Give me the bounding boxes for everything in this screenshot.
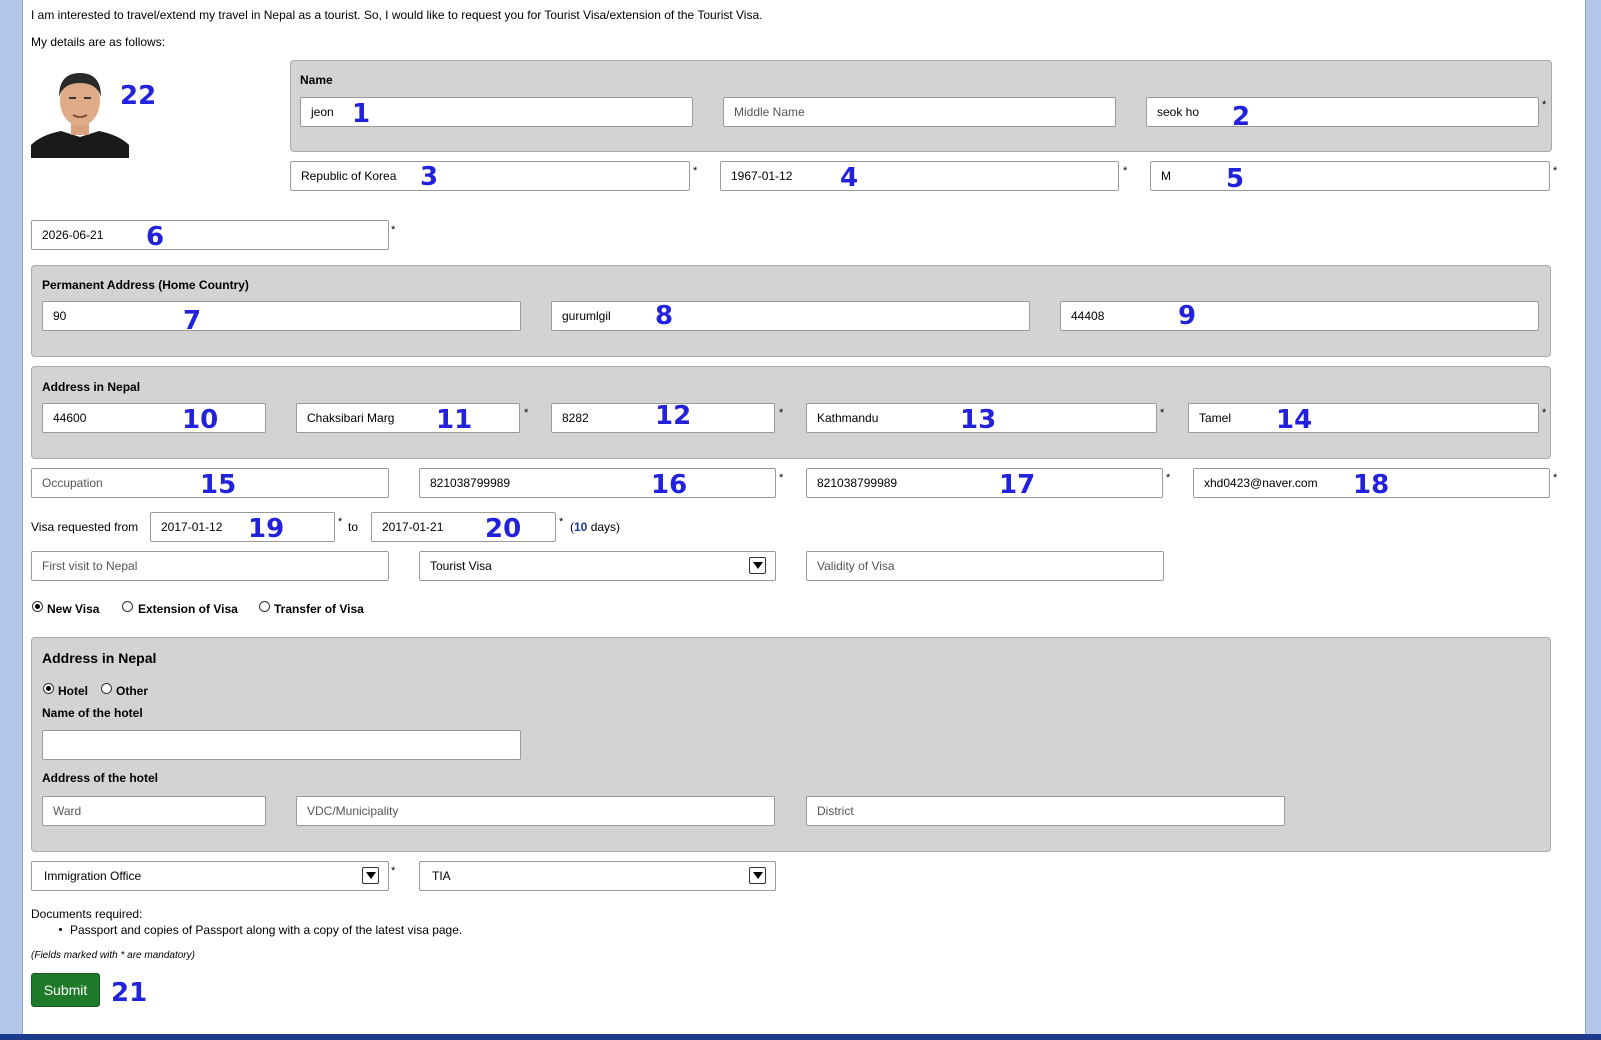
- visa-to-input[interactable]: 2017-01-21: [371, 512, 556, 542]
- hotel-address-label: Address of the hotel: [42, 771, 159, 785]
- office-type-select[interactable]: Immigration Office: [31, 861, 389, 891]
- hotel-name-label: Name of the hotel: [42, 706, 143, 720]
- other-label: Other: [116, 684, 149, 698]
- permanent-postcode-input[interactable]: 44408: [1060, 301, 1539, 331]
- annotation-5: 5: [1226, 164, 1245, 194]
- bottom-border: [0, 1034, 1601, 1040]
- required-mark: *: [338, 516, 343, 528]
- mandatory-note: (Fields marked with * are mandatory): [31, 950, 195, 961]
- office-type-value: Immigration Office: [44, 869, 142, 883]
- annotation-21: 21: [111, 978, 148, 1008]
- annotation-15: 15: [200, 470, 237, 500]
- nepal-address-title: Address in Nepal: [42, 380, 141, 394]
- required-mark: *: [1553, 165, 1558, 177]
- annotation-3: 3: [420, 162, 439, 192]
- required-mark: *: [1123, 165, 1128, 177]
- annotation-10: 10: [182, 405, 219, 435]
- required-mark: *: [559, 516, 564, 528]
- submit-button[interactable]: Submit: [31, 973, 100, 1007]
- chevron-down-icon[interactable]: [749, 867, 766, 884]
- required-mark: *: [779, 407, 784, 419]
- mobile-input[interactable]: 821038799989: [806, 468, 1163, 498]
- nationality-input[interactable]: Republic of Korea: [290, 161, 690, 191]
- transfer-visa-label: Transfer of Visa: [274, 602, 364, 616]
- phone-input[interactable]: 821038799989: [419, 468, 776, 498]
- visa-validity-input[interactable]: Validity of Visa: [806, 551, 1164, 581]
- new-visa-label: New Visa: [47, 602, 100, 616]
- radio-hotel[interactable]: [43, 683, 54, 694]
- hotel-district-input[interactable]: District: [806, 796, 1285, 826]
- required-mark: *: [391, 865, 396, 877]
- annotation-22: 22: [120, 81, 157, 111]
- annotation-18: 18: [1353, 470, 1390, 500]
- permanent-address-title: Permanent Address (Home Country): [42, 278, 249, 292]
- visa-period-label: Visa requested from: [31, 520, 139, 534]
- stay-address-title: Address in Nepal: [42, 650, 157, 666]
- annotation-6: 6: [146, 222, 165, 252]
- nepal-street-input[interactable]: Chaksibari Marg: [296, 403, 520, 433]
- permanent-street-input[interactable]: gurumlgil: [551, 301, 1030, 331]
- middle-name-input[interactable]: Middle Name: [723, 97, 1116, 127]
- annotation-11: 11: [436, 405, 473, 435]
- details-intro: My details are as follows:: [31, 35, 166, 49]
- extension-visa-label: Extension of Visa: [138, 602, 238, 616]
- to-label: to: [348, 520, 359, 534]
- annotation-20: 20: [485, 514, 522, 544]
- hotel-label: Hotel: [58, 684, 88, 698]
- annotation-17: 17: [999, 470, 1036, 500]
- last-name-input[interactable]: seok ho: [1146, 97, 1539, 127]
- intro-text: I am interested to travel/extend my trav…: [31, 8, 763, 22]
- annotation-12: 12: [655, 401, 692, 431]
- radio-transfer-visa[interactable]: [259, 601, 270, 612]
- office-location-value: TIA: [432, 869, 451, 883]
- days-number: 10: [574, 520, 588, 534]
- hotel-ward-input[interactable]: Ward: [42, 796, 266, 826]
- visa-type-value: Tourist Visa: [430, 559, 492, 573]
- radio-new-visa[interactable]: [32, 601, 43, 612]
- annotation-7: 7: [183, 306, 202, 336]
- required-mark: *: [391, 224, 396, 236]
- visa-days-count: (10 days): [570, 520, 620, 534]
- hotel-name-input[interactable]: [42, 730, 521, 760]
- person-photo-icon: [31, 63, 129, 158]
- annotation-2: 2: [1232, 102, 1251, 132]
- chevron-down-icon[interactable]: [749, 557, 766, 574]
- annotation-9: 9: [1178, 301, 1197, 331]
- annotation-4: 4: [840, 163, 859, 193]
- annotation-19: 19: [248, 514, 285, 544]
- bullet-icon: [59, 928, 62, 931]
- annotation-16: 16: [651, 470, 688, 500]
- nepal-area-input[interactable]: Tamel: [1188, 403, 1539, 433]
- visa-type-select[interactable]: Tourist Visa: [419, 551, 776, 581]
- days-unit: days): [587, 520, 621, 534]
- documents-title: Documents required:: [31, 907, 143, 921]
- required-mark: *: [1166, 472, 1171, 484]
- required-mark: *: [524, 407, 529, 419]
- required-mark: *: [1542, 407, 1547, 419]
- office-location-select[interactable]: TIA: [419, 861, 776, 891]
- required-mark: *: [1542, 99, 1547, 111]
- annotation-8: 8: [655, 301, 674, 331]
- radio-other[interactable]: [101, 683, 112, 694]
- required-mark: *: [1160, 407, 1165, 419]
- permanent-house-input[interactable]: 90: [42, 301, 521, 331]
- first-visit-input[interactable]: First visit to Nepal: [31, 551, 389, 581]
- required-mark: *: [779, 472, 784, 484]
- applicant-photo: [31, 63, 129, 158]
- visa-from-input[interactable]: 2017-01-12: [150, 512, 335, 542]
- nepal-postal-input[interactable]: 44600: [42, 403, 266, 433]
- annotation-1: 1: [352, 99, 371, 129]
- annotation-13: 13: [960, 405, 997, 435]
- required-mark: *: [693, 165, 698, 177]
- document-item: Passport and copies of Passport along wi…: [70, 923, 463, 937]
- required-mark: *: [1553, 472, 1558, 484]
- chevron-down-icon[interactable]: [362, 867, 379, 884]
- gender-input[interactable]: M: [1150, 161, 1550, 191]
- date-of-birth-input[interactable]: 1967-01-12: [720, 161, 1119, 191]
- passport-expiry-input[interactable]: 2026-06-21: [31, 220, 389, 250]
- radio-extension-visa[interactable]: [122, 601, 133, 612]
- annotation-14: 14: [1276, 405, 1313, 435]
- hotel-municipality-input[interactable]: VDC/Municipality: [296, 796, 775, 826]
- name-section-title: Name: [300, 73, 333, 87]
